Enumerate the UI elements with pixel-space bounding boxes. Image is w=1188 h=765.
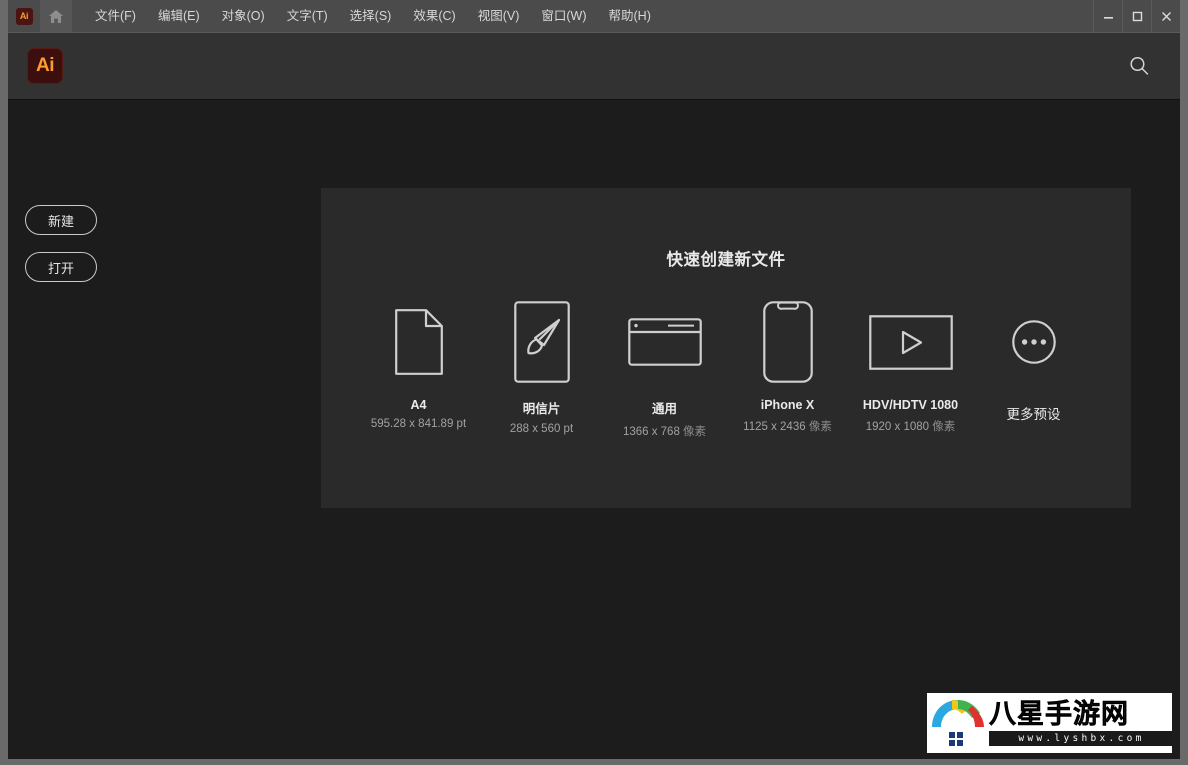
preset-dimensions: 288 x 560 pt — [510, 423, 573, 435]
preset-dimensions-value: 1125 x 2436 — [743, 421, 809, 433]
phone-icon — [762, 300, 813, 384]
preset-dimensions-unit: 像素 — [808, 421, 832, 433]
close-button[interactable] — [1151, 0, 1180, 32]
illustrator-logo-icon: Ai — [27, 48, 63, 84]
preset-name: 更多预设 — [1006, 407, 1061, 422]
menu-items: 文件(F) 编辑(E) 对象(O) 文字(T) 选择(S) 效果(C) 视图(V) 窗口(W)… — [84, 0, 662, 32]
preset-dimensions-value: 1920 x 1080 — [865, 421, 933, 433]
site-watermark: 八星手游网 www.lyshbx.com — [927, 693, 1172, 753]
home-icon — [49, 9, 63, 23]
start-screen-content: 新建打开 快速创建新文件 A4 595.28 x 841.89 pt 明信片 288 … — [8, 100, 1180, 759]
menu-item-2[interactable]: 对象(O) — [211, 0, 276, 33]
preset-name: HDV/HDTV 1080 — [862, 398, 959, 412]
preset-list: A4 595.28 x 841.89 pt 明信片 288 x 560 pt 通用 136… — [321, 296, 1131, 439]
menu-item-0[interactable]: 文件(F) — [84, 0, 147, 33]
preset-card-5[interactable]: 更多预设 — [972, 296, 1095, 423]
quick-create-panel: 快速创建新文件 A4 595.28 x 841.89 pt 明信片 288 x 560… — [321, 188, 1131, 508]
illustrator-window: Ai 文件(F) 编辑(E) 对象(O) 文字(T) 选择(S) 效果(C) 视图(V) 窗口… — [0, 0, 1188, 765]
preset-card-3[interactable]: iPhone X 1125 x 2436 像素 — [726, 296, 849, 434]
menu-item-3[interactable]: 文字(T) — [276, 0, 339, 33]
preset-name: A4 — [410, 398, 427, 412]
preset-dimensions: 1366 x 768 像素 — [623, 423, 706, 439]
preset-card-4[interactable]: HDV/HDTV 1080 1920 x 1080 像素 — [849, 296, 972, 434]
search-button[interactable] — [1122, 49, 1156, 83]
maximize-button[interactable] — [1122, 0, 1151, 32]
preset-card-2[interactable]: 通用 1366 x 768 像素 — [603, 296, 726, 439]
maximize-icon — [1132, 11, 1142, 21]
preset-name: 通用 — [651, 402, 677, 416]
paintbrush-icon — [513, 300, 570, 384]
open-button[interactable]: 打开 — [25, 252, 97, 282]
app-header: Ai — [8, 33, 1180, 100]
preset-card-1[interactable]: 明信片 288 x 560 pt — [480, 296, 603, 435]
close-icon — [1161, 11, 1171, 21]
watermark-title: 八星手游网 — [989, 698, 1129, 730]
illustrator-badge-icon: Ai — [15, 7, 33, 25]
preset-dimensions-unit: 像素 — [683, 426, 707, 438]
preset-dimensions-value: 288 x 560 pt — [509, 423, 574, 435]
document-page-icon — [394, 300, 443, 384]
menu-item-6[interactable]: 视图(V) — [467, 0, 531, 33]
ellipsis-circle-icon — [1011, 300, 1056, 384]
new-button[interactable]: 新建 — [25, 205, 97, 235]
app-badge-button[interactable]: Ai — [8, 0, 40, 32]
video-play-icon — [868, 300, 953, 384]
preset-card-0[interactable]: A4 595.28 x 841.89 pt — [357, 296, 480, 430]
menu-item-5[interactable]: 效果(C) — [402, 0, 466, 33]
sidebar: 新建 打开 — [25, 205, 205, 299]
menu-item-1[interactable]: 编辑(E) — [147, 0, 211, 33]
preset-dimensions-unit: 像素 — [932, 421, 956, 433]
menu-item-4[interactable]: 选择(S) — [339, 0, 403, 33]
menu-item-7[interactable]: 窗口(W) — [530, 0, 597, 33]
menu-item-8[interactable]: 帮助(H) — [598, 0, 662, 33]
title-menu-bar: Ai 文件(F) 编辑(E) 对象(O) 文字(T) 选择(S) 效果(C) 视图(V) 窗口… — [8, 0, 1180, 33]
panel-title: 快速创建新文件 — [666, 251, 786, 269]
browser-window-icon — [627, 300, 702, 384]
preset-name: iPhone X — [760, 398, 815, 412]
preset-dimensions-value: 1366 x 768 — [622, 426, 684, 438]
watermark-url: www.lyshbx.com — [989, 730, 1172, 746]
preset-dimensions-value: 595.28 x 841.89 pt — [370, 418, 467, 430]
preset-dimensions: 1125 x 2436 像素 — [743, 418, 832, 434]
home-button[interactable] — [40, 0, 72, 32]
minimize-button[interactable] — [1093, 0, 1122, 32]
preset-name: 明信片 — [522, 402, 561, 416]
minimize-icon — [1103, 16, 1113, 19]
watermark-text-block: 八星手游网 www.lyshbx.com — [989, 694, 1172, 752]
window-controls — [1093, 0, 1180, 32]
preset-dimensions: 1920 x 1080 像素 — [866, 418, 956, 434]
search-icon — [1130, 56, 1149, 75]
rainbow-house-icon — [927, 694, 989, 752]
preset-dimensions: 595.28 x 841.89 pt — [371, 418, 466, 430]
